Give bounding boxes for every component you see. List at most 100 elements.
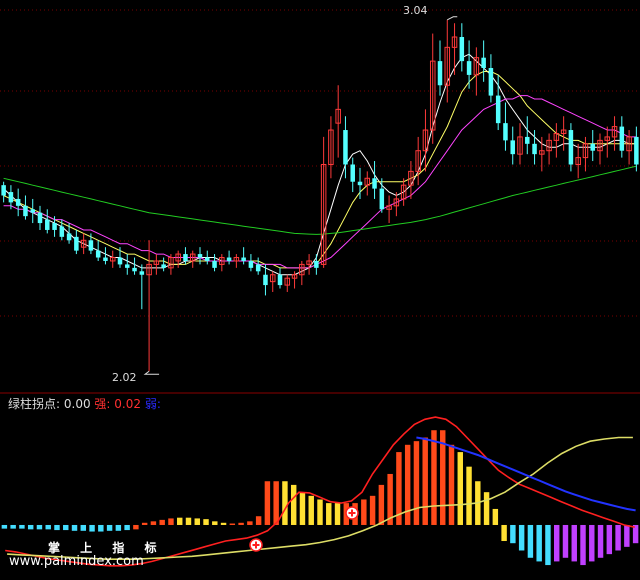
indicator-bar: [492, 508, 499, 525]
indicator-bar: [580, 524, 586, 566]
candle-body-down: [212, 260, 217, 268]
candle-body-down: [161, 264, 166, 268]
indicator-bar: [80, 524, 87, 531]
candle-body-down: [103, 257, 108, 261]
candle-body-down: [350, 164, 355, 182]
indicator-bar: [501, 524, 507, 542]
indicator-bar: [115, 524, 122, 531]
candle-body-down: [525, 136, 530, 144]
indicator-bar: [369, 495, 376, 525]
candle-body-down: [532, 143, 537, 155]
candle-body-down: [495, 95, 501, 124]
indicator-bar: [10, 524, 16, 529]
indicator-bar: [282, 481, 288, 525]
indicator-bar: [141, 522, 148, 525]
candle-body-down: [590, 143, 595, 151]
indicator-bar: [168, 518, 174, 525]
indicator-bar: [378, 484, 385, 525]
indicator-bar: [124, 524, 130, 531]
indicator-bar: [606, 524, 613, 555]
candle-body-down: [88, 240, 94, 251]
candle-body-down: [343, 130, 348, 165]
indicator-bar: [89, 524, 95, 532]
indicator-bar: [1, 524, 8, 529]
high-marker-line: [447, 16, 458, 21]
indicator-bar: [624, 524, 630, 547]
price-high-label: 3.04: [403, 4, 428, 17]
indicator-bar: [177, 517, 183, 525]
indicator-bar: [562, 524, 569, 558]
candle-body-down: [95, 250, 101, 258]
indicator-bar: [203, 519, 209, 525]
candle-body-down: [619, 126, 625, 151]
candle-body-down: [510, 140, 515, 155]
indicator-bar: [448, 444, 455, 525]
candle-body-down: [37, 212, 43, 224]
legend-weak-label: 弱:: [144, 397, 161, 411]
indicator-bar: [597, 524, 604, 558]
indicator-bar: [150, 521, 157, 525]
indicator-bar: [98, 524, 104, 532]
indicator-bar: [615, 524, 621, 551]
candle-body-down: [568, 130, 574, 165]
indicator-bar: [71, 524, 78, 531]
indicator-bar: [19, 524, 25, 529]
candle-body-down: [139, 271, 145, 275]
candle-body-down: [248, 260, 254, 268]
indicator-bar: [457, 452, 463, 525]
indicator-bar: [571, 524, 577, 562]
candle-body-down: [634, 136, 639, 165]
indicator-bar: [466, 466, 472, 525]
indicator-bar: [54, 524, 60, 531]
candle-body-down: [74, 236, 79, 251]
indicator-bar: [45, 524, 51, 530]
candle-body-down: [277, 274, 283, 286]
indicator-bar: [431, 430, 437, 525]
candle-body-down: [117, 257, 123, 265]
indicator-bar: [185, 517, 192, 525]
chart-canvas: [0, 9, 640, 567]
watermark-url: www.palmindex.com: [9, 554, 144, 569]
indicator-bar: [27, 524, 34, 530]
candlestick-series: [1, 19, 639, 372]
candle-body-down: [255, 264, 261, 272]
indicator-bar: [247, 521, 253, 525]
legend-label-value: 0.00: [63, 397, 91, 411]
candle-body-down: [15, 198, 21, 206]
candle-body-down: [197, 254, 203, 258]
indicator-bar: [229, 523, 236, 525]
indicator-bar: [106, 524, 113, 531]
indicator-bar: [404, 444, 411, 525]
candle-body-down: [226, 257, 232, 261]
candle-body-down: [314, 260, 319, 268]
candle-body-down: [379, 188, 385, 210]
legend-strong-label: 强:: [94, 397, 111, 411]
candle-body-down: [459, 37, 465, 62]
indicator-bar: [553, 524, 560, 562]
indicator-bar: [299, 492, 306, 525]
indicator-bar: [545, 524, 551, 566]
indicator-bar: [212, 521, 218, 525]
indicator-bar: [255, 516, 262, 525]
candle-body-down: [52, 223, 57, 230]
indicator-bar: [361, 499, 367, 525]
indicator-bar: [220, 522, 227, 525]
candle-body-down: [263, 274, 268, 286]
indicator-bar: [159, 519, 165, 525]
candle-body-down: [241, 257, 246, 261]
indicator-bar: [413, 441, 420, 525]
legend-label: 绿柱拐点:: [8, 397, 61, 411]
legend-strong-value: 0.02: [114, 397, 142, 411]
candle-body-down: [357, 181, 363, 186]
indicator-bar: [518, 524, 525, 551]
candle-body-down: [23, 205, 28, 217]
candle-body-down: [503, 123, 508, 141]
moving-average-line: [3, 165, 637, 235]
indicator-bar: [133, 524, 139, 530]
indicator-bar: [483, 492, 490, 525]
candle-body-down: [59, 226, 65, 237]
price-gridlines: [0, 9, 640, 394]
candle-body-down: [66, 233, 72, 241]
indicator-legend: 绿柱拐点: 0.00 强: 0.02 弱:: [8, 397, 161, 411]
candle-body-down: [132, 267, 137, 272]
